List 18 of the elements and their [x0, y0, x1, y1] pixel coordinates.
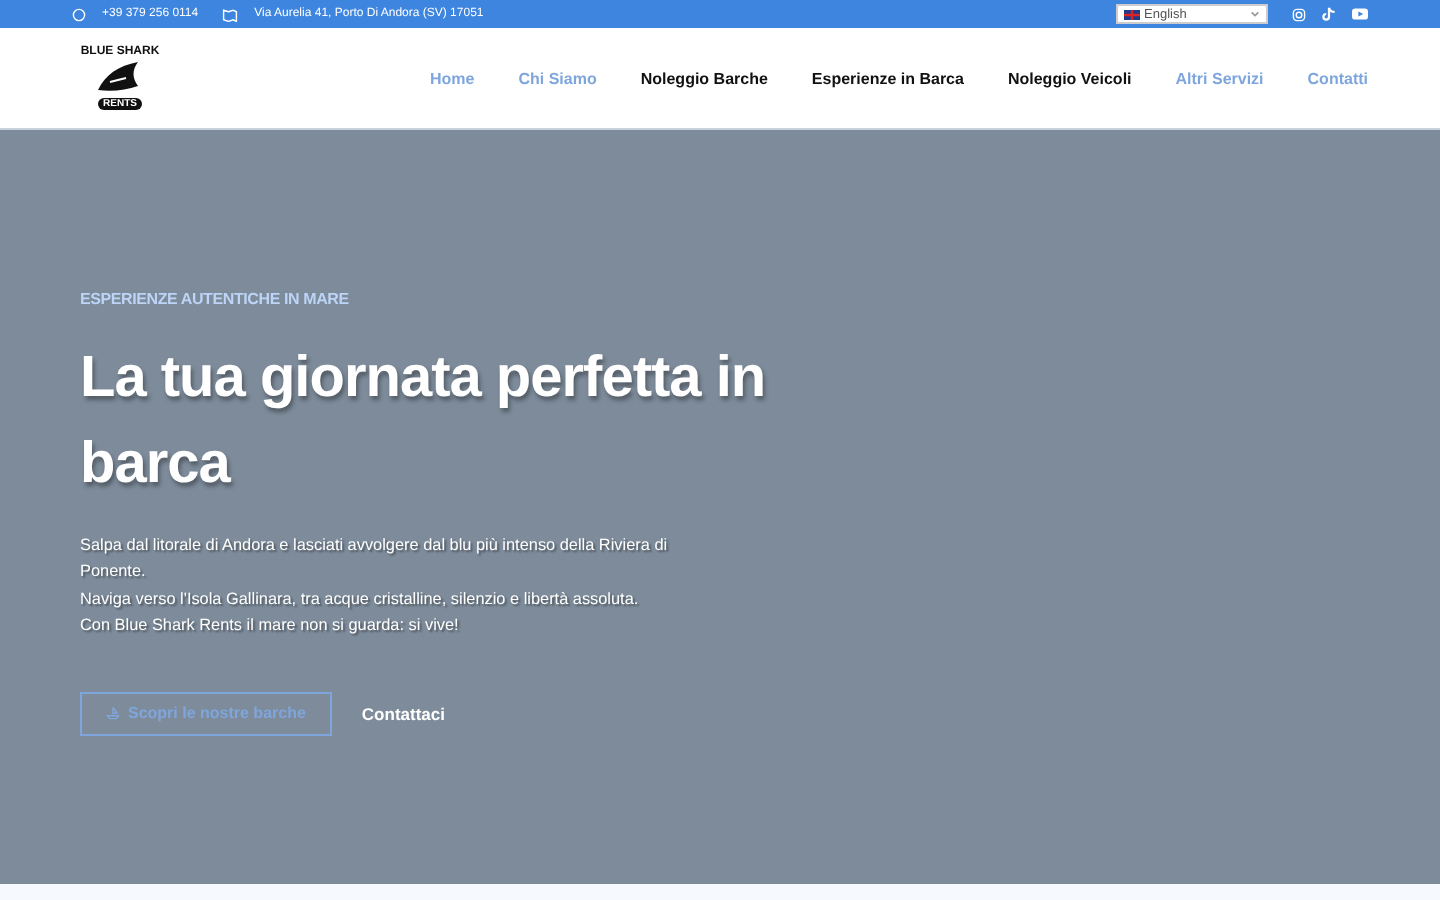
instagram-icon[interactable]: [1292, 7, 1306, 21]
boat-icon: [106, 706, 120, 721]
nav-link[interactable]: Noleggio Barche: [640, 69, 768, 87]
flag-icon: [1124, 9, 1140, 19]
youtube-icon[interactable]: [1352, 8, 1368, 20]
chevron-down-icon: [1250, 10, 1260, 18]
nav-link[interactable]: Noleggio Veicoli: [1007, 69, 1132, 87]
hero-description: Salpa dal litorale di Andora e lasciati avvolgere dal blu più intenso della Riviera di Ponente. Naviga verso l'Isola Gallinara, tra acque cristalline, silenzio e libertà assoluta. Con Blue Shark Rents il mare non si guarda: si vive!: [80, 534, 670, 639]
nav-link[interactable]: Altri Servizi: [1175, 69, 1264, 87]
tiktok-icon[interactable]: [1322, 6, 1336, 22]
map-icon: [222, 7, 239, 21]
nav-link[interactable]: Esperienze in Barca: [811, 69, 964, 87]
hero-eyebrow: ESPERIENZE AUTENTICHE IN MARE: [80, 290, 351, 308]
nav-link[interactable]: Contatti: [1307, 69, 1368, 87]
hero-title: La tua giornata perfetta in barca: [80, 344, 768, 500]
nav-link[interactable]: Chi Siamo: [518, 69, 597, 87]
contact-link[interactable]: Contattaci: [361, 703, 445, 724]
nav-link[interactable]: Home: [429, 69, 475, 87]
